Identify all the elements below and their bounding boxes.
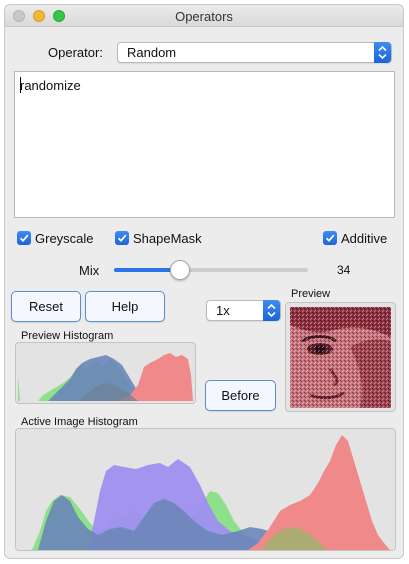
- help-button[interactable]: Help: [85, 291, 165, 322]
- before-button[interactable]: Before: [205, 380, 276, 411]
- updown-chevron-icon: [263, 300, 280, 321]
- title-bar: Operators: [5, 5, 403, 27]
- checkmark-icon: [117, 234, 127, 243]
- checkmark-icon: [19, 234, 29, 243]
- operator-select-value: Random: [127, 45, 177, 60]
- preview-histogram-label: Preview Histogram: [21, 330, 114, 342]
- shapemask-label: ShapeMask: [133, 231, 202, 246]
- reset-button[interactable]: Reset: [11, 291, 81, 322]
- zoom-select-value: 1x: [216, 303, 230, 318]
- mix-slider-knob[interactable]: [170, 260, 190, 280]
- additive-label: Additive: [341, 231, 388, 246]
- preview-image: [290, 307, 391, 408]
- preview-panel: [285, 302, 396, 412]
- zoom-select[interactable]: 1x: [206, 300, 281, 321]
- operator-select[interactable]: Random: [117, 42, 392, 63]
- operators-window: Operators Operator: Random randomize Gre…: [4, 4, 404, 559]
- preview-histogram-panel: [15, 342, 196, 404]
- mix-label: Mix: [79, 263, 100, 278]
- updown-chevron-icon: [374, 42, 391, 63]
- operator-label: Operator:: [48, 45, 103, 60]
- script-text-area[interactable]: randomize: [14, 71, 395, 218]
- preview-label: Preview: [291, 288, 331, 300]
- window-title: Operators: [175, 9, 233, 24]
- mix-value: 34: [337, 263, 351, 277]
- active-histogram-chart: [32, 435, 390, 550]
- mix-slider[interactable]: [114, 258, 308, 282]
- additive-checkbox[interactable]: [323, 231, 337, 245]
- active-histogram-panel: [15, 428, 396, 551]
- greyscale-checkbox[interactable]: [17, 231, 31, 245]
- greyscale-label: Greyscale: [35, 231, 94, 246]
- shapemask-checkbox[interactable]: [115, 231, 129, 245]
- preview-histogram-chart: [18, 353, 193, 401]
- script-text: randomize: [20, 78, 81, 93]
- active-histogram-label: Active Image Histogram: [21, 416, 138, 428]
- checkmark-icon: [325, 234, 335, 243]
